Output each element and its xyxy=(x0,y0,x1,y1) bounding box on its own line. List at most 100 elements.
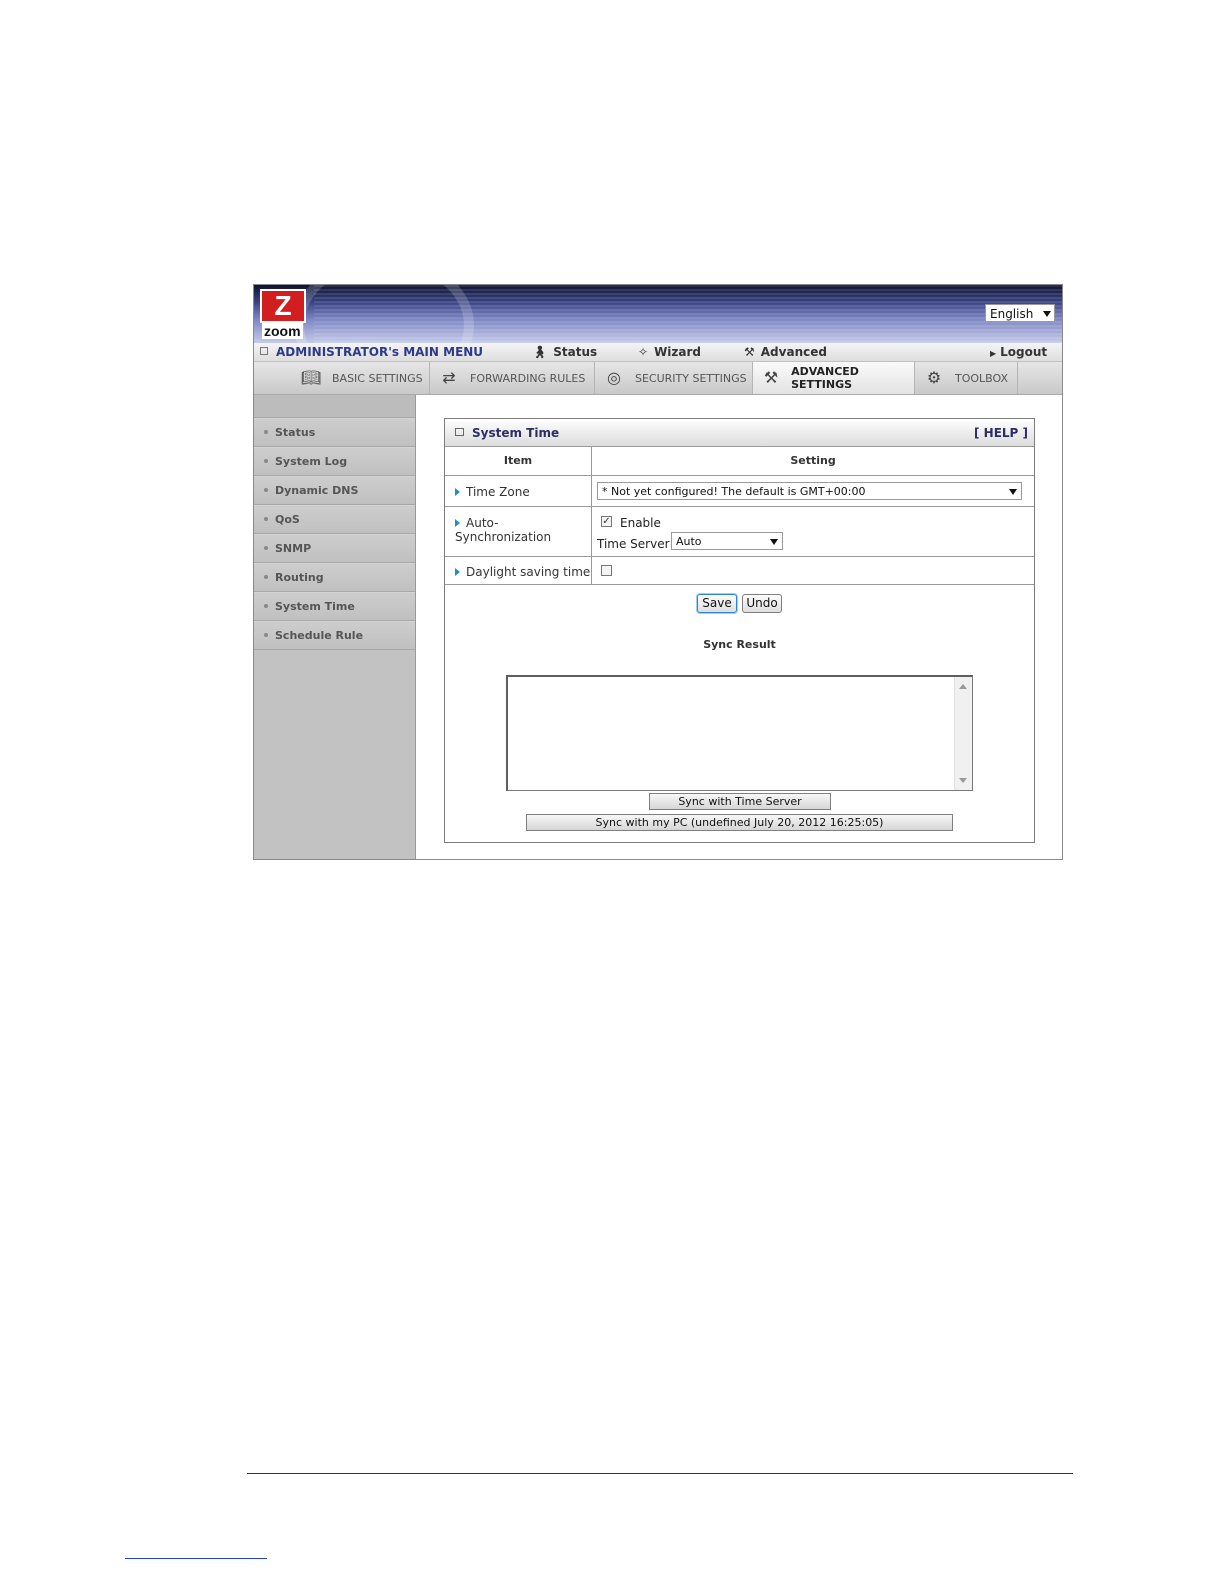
bullet-icon xyxy=(264,459,268,463)
scroll-down-icon[interactable] xyxy=(959,778,967,783)
dst-label-text: Daylight saving time xyxy=(466,565,591,579)
menu-item-label: Status xyxy=(553,345,598,359)
tab-forwarding-rules[interactable]: ⇄ FORWARDING RULES xyxy=(430,362,595,394)
tab-toolbox[interactable]: ⚙ TOOLBOX xyxy=(915,362,1018,394)
tab-label: TOOLBOX xyxy=(955,371,1009,385)
bullet-icon xyxy=(264,488,268,492)
sync-pc-button[interactable]: Sync with my PC (undefined July 20, 2012… xyxy=(526,814,953,831)
lock-icon: ◎ xyxy=(607,368,621,387)
table-header-row: Item Setting xyxy=(445,447,1034,476)
sync-result-textarea[interactable] xyxy=(506,675,973,791)
language-value: English xyxy=(990,307,1034,321)
textarea-scrollbar[interactable] xyxy=(954,677,972,790)
enable-checkbox[interactable]: ✓ xyxy=(601,516,612,527)
help-link[interactable]: [ HELP ] xyxy=(974,426,1028,440)
logout-link[interactable]: ▶ Logout xyxy=(990,345,1047,359)
menu-item-label: Wizard xyxy=(654,345,702,359)
tab-label: FORWARDING RULES xyxy=(470,371,586,385)
undo-button[interactable]: Undo xyxy=(742,594,782,613)
chevron-down-icon xyxy=(1009,489,1017,495)
sidebar-item-label: Routing xyxy=(275,571,324,584)
language-select[interactable]: English xyxy=(985,304,1055,322)
arrow-right-icon: ▶ xyxy=(990,349,997,358)
logo-mark: Z xyxy=(260,289,306,323)
tab-advanced-settings[interactable]: ⚒ ADVANCED SETTINGS xyxy=(753,362,915,394)
header-item-cell: Item xyxy=(445,447,592,475)
dst-label: Daylight saving time xyxy=(455,565,590,579)
sync-result-heading: Sync Result xyxy=(703,638,776,651)
panel-title: System Time xyxy=(455,426,559,440)
tab-basic-settings[interactable]: 📖︎ BASIC SETTINGS xyxy=(292,362,430,394)
sidebar-item-label: Schedule Rule xyxy=(275,629,364,642)
bullet-icon xyxy=(264,517,268,521)
bullet-icon xyxy=(264,633,268,637)
time-server-select[interactable]: Auto xyxy=(671,532,783,550)
window-icon xyxy=(455,428,464,436)
sync-time-server-button[interactable]: Sync with Time Server xyxy=(649,793,831,810)
menu-item-label: Advanced xyxy=(760,345,827,359)
menu-item-advanced[interactable]: ⚒ Advanced xyxy=(744,345,827,359)
auto-sync-label: Auto-Synchronization xyxy=(455,516,591,544)
sidebar: Status System Log Dynamic DNS QoS SNMP R… xyxy=(254,395,416,859)
zoom-logo[interactable]: Z zoom xyxy=(260,289,312,339)
item-cell: Auto-Synchronization xyxy=(445,507,592,556)
settings-tab-bar: 📖︎ BASIC SETTINGS ⇄ FORWARDING RULES ◎ SECU… xyxy=(254,362,1062,395)
sidebar-item-routing[interactable]: Routing xyxy=(254,563,415,592)
tab-security-settings[interactable]: ◎ SECURITY SETTINGS xyxy=(595,362,753,394)
sidebar-item-label: SNMP xyxy=(275,542,312,555)
menu-item-status[interactable]: 🚶︎ Status xyxy=(532,345,597,359)
arrows-icon: ⇄ xyxy=(442,368,456,387)
sidebar-item-label: QoS xyxy=(275,513,300,526)
sidebar-header xyxy=(254,395,415,418)
logo-word: zoom xyxy=(262,323,303,339)
bullet-icon xyxy=(264,546,268,550)
table-row-auto-sync: Auto-Synchronization ✓ Enable Time Serve… xyxy=(445,507,1034,557)
chevron-down-icon xyxy=(770,539,778,545)
system-time-panel: System Time [ HELP ] Item Setting Time Z… xyxy=(444,418,1035,843)
auto-sync-label-text: Auto-Synchronization xyxy=(455,516,552,544)
footer-link-underline xyxy=(125,1558,267,1559)
sidebar-item-system-time[interactable]: System Time xyxy=(254,592,415,621)
bullet-icon xyxy=(264,575,268,579)
bullet-icon xyxy=(264,430,268,434)
sidebar-item-system-log[interactable]: System Log xyxy=(254,447,415,476)
time-server-value: Auto xyxy=(676,535,702,548)
sidebar-item-snmp[interactable]: SNMP xyxy=(254,534,415,563)
sidebar-item-label: System Time xyxy=(275,600,355,613)
dst-checkbox[interactable] xyxy=(601,565,612,576)
panel-title-text: System Time xyxy=(472,426,560,440)
column-header-item: Item xyxy=(503,454,533,467)
menu-item-wizard[interactable]: ✧ Wizard xyxy=(638,345,701,359)
panel-title-bar: System Time [ HELP ] xyxy=(445,419,1034,447)
item-cell: Daylight saving time xyxy=(445,557,592,584)
column-header-setting: Setting xyxy=(790,454,836,467)
save-button[interactable]: Save xyxy=(697,594,737,613)
tools-icon: ⚒ xyxy=(763,368,779,387)
main-menu-title: ADMINISTRATOR's MAIN MENU xyxy=(260,345,483,359)
sidebar-item-status[interactable]: Status xyxy=(254,418,415,447)
time-zone-select[interactable]: * Not yet configured! The default is GMT… xyxy=(597,482,1022,500)
tab-label: SECURITY SETTINGS xyxy=(635,371,747,385)
bullet-icon xyxy=(264,604,268,608)
person-icon: 🚶︎ xyxy=(532,345,548,359)
item-cell: Time Zone xyxy=(445,476,592,506)
scroll-up-icon[interactable] xyxy=(959,684,967,689)
time-server-label: Time Server : xyxy=(597,537,678,551)
time-zone-label-text: Time Zone xyxy=(466,485,530,499)
main-menu-title-text: ADMINISTRATOR's MAIN MENU xyxy=(276,345,484,359)
table-row-daylight-saving: Daylight saving time xyxy=(445,557,1034,585)
sidebar-item-schedule-rule[interactable]: Schedule Rule xyxy=(254,621,415,650)
sidebar-item-label: System Log xyxy=(275,455,348,468)
page-footer-rule xyxy=(247,1473,1073,1474)
banner-swirl xyxy=(294,285,474,343)
chevron-down-icon xyxy=(1043,311,1051,317)
book-icon: 📖︎ xyxy=(300,368,322,387)
sidebar-item-label: Dynamic DNS xyxy=(275,484,359,497)
sidebar-item-dynamic-dns[interactable]: Dynamic DNS xyxy=(254,476,415,505)
arrow-right-icon xyxy=(455,519,460,527)
sidebar-item-label: Status xyxy=(275,426,316,439)
sidebar-item-qos[interactable]: QoS xyxy=(254,505,415,534)
time-zone-label: Time Zone xyxy=(455,485,530,499)
wand-icon: ✧ xyxy=(638,345,649,359)
tab-label: ADVANCED SETTINGS xyxy=(791,365,859,391)
